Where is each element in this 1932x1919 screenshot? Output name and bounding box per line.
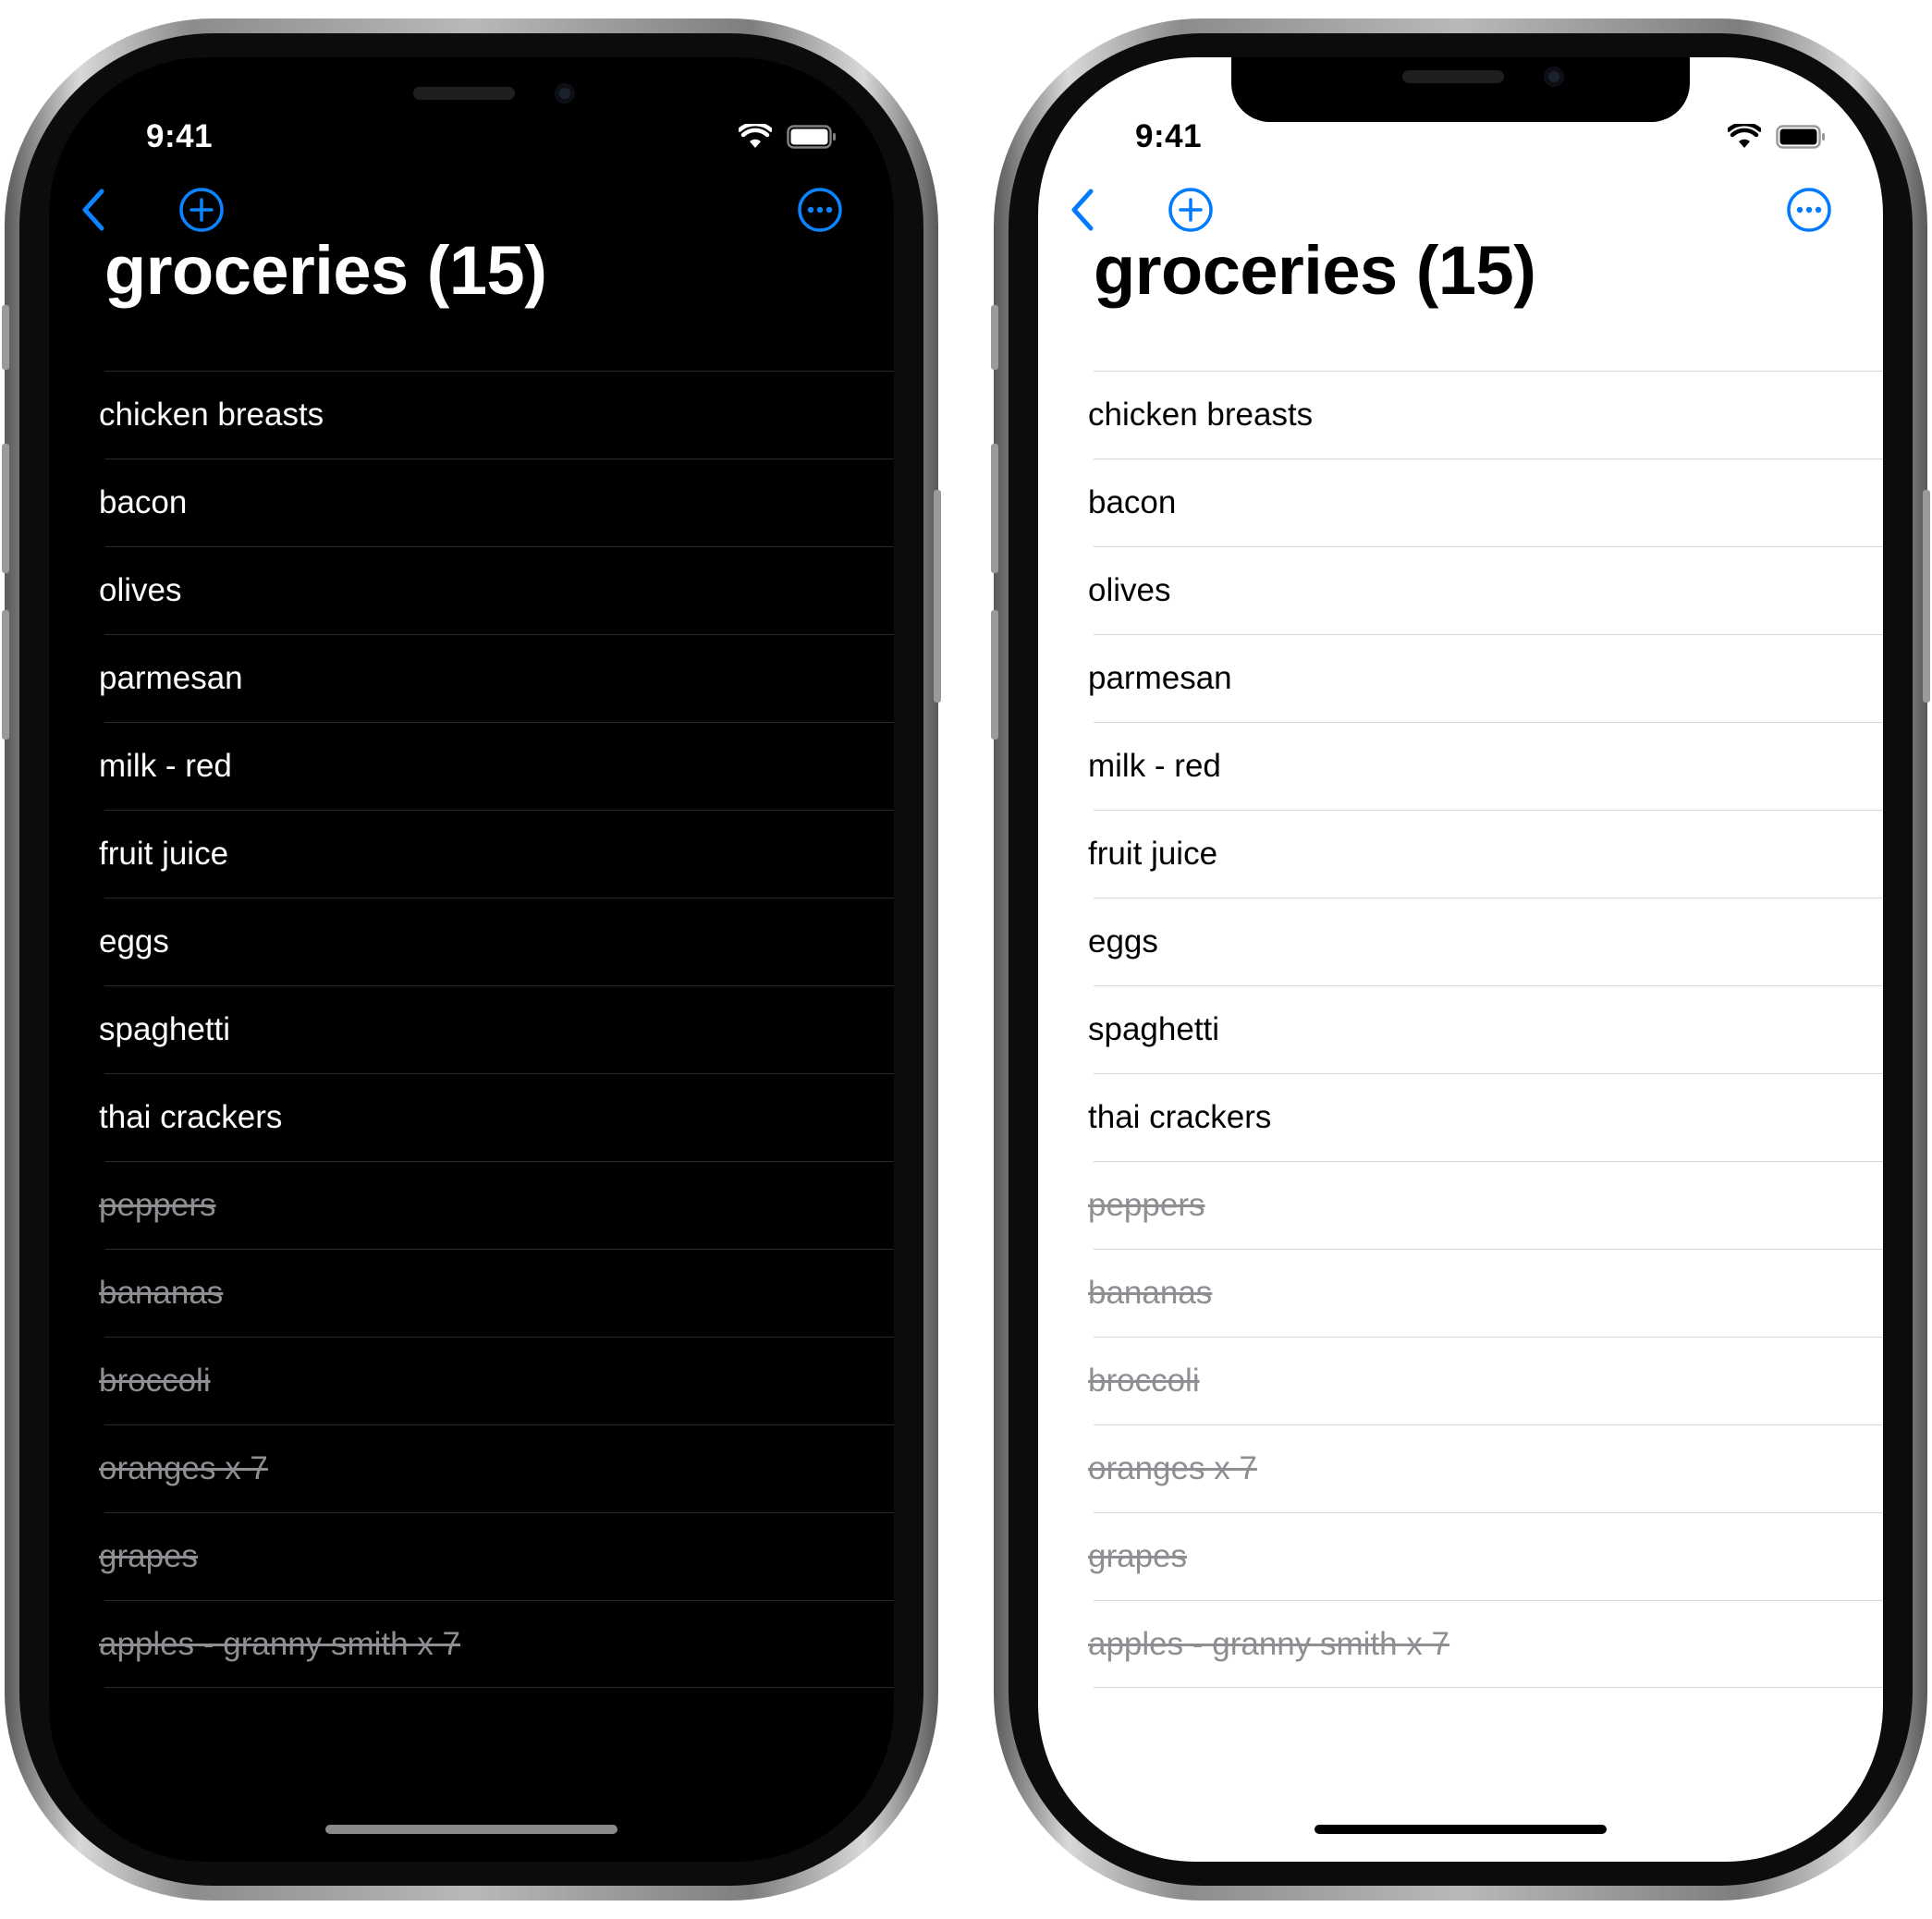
list-item-completed[interactable]: peppers bbox=[1038, 1161, 1883, 1249]
phone-light-mode: 9:41 groceries (15) chicken breasts baco… bbox=[991, 18, 1930, 1901]
mute-switch bbox=[2, 305, 9, 370]
chevron-left-icon[interactable] bbox=[1069, 187, 1096, 233]
plus-circle-icon[interactable] bbox=[178, 187, 225, 233]
front-camera bbox=[1544, 67, 1564, 87]
status-icons bbox=[1728, 124, 1826, 150]
list-item-completed[interactable]: grapes bbox=[49, 1512, 894, 1600]
phone-dark-mode: 9:41 groceries (15) chicken breasts baco… bbox=[2, 18, 941, 1901]
list-item[interactable]: milk - red bbox=[1038, 722, 1883, 810]
list-item[interactable]: bacon bbox=[49, 458, 894, 546]
ellipsis-circle-icon[interactable] bbox=[797, 187, 843, 233]
wifi-icon bbox=[1728, 124, 1761, 148]
home-indicator[interactable] bbox=[1314, 1825, 1607, 1834]
mute-switch bbox=[991, 305, 998, 370]
list-title: groceries (15) bbox=[104, 232, 547, 309]
list-item[interactable]: parmesan bbox=[49, 634, 894, 722]
sensor-housing bbox=[242, 74, 701, 104]
list-item-completed[interactable]: grapes bbox=[1038, 1512, 1883, 1600]
volume-down-button bbox=[2, 610, 9, 739]
list-item[interactable]: chicken breasts bbox=[1038, 371, 1883, 458]
list-item[interactable]: parmesan bbox=[1038, 634, 1883, 722]
screen-light: 9:41 groceries (15) chicken breasts baco… bbox=[1038, 57, 1883, 1862]
speaker-grille bbox=[413, 87, 515, 100]
battery-icon bbox=[1776, 125, 1825, 149]
list-item-completed[interactable]: apples - granny smith x 7 bbox=[49, 1600, 894, 1688]
list-item[interactable]: spaghetti bbox=[49, 985, 894, 1073]
list-item[interactable]: eggs bbox=[1038, 898, 1883, 985]
volume-up-button bbox=[2, 444, 9, 573]
battery-icon bbox=[787, 125, 836, 149]
status-time: 9:41 bbox=[1135, 118, 1203, 154]
power-button bbox=[934, 490, 941, 703]
wifi-icon bbox=[739, 124, 772, 148]
list-item-completed[interactable]: oranges x 7 bbox=[49, 1424, 894, 1512]
list-item[interactable]: milk - red bbox=[49, 722, 894, 810]
chevron-left-icon[interactable] bbox=[79, 187, 107, 233]
ellipsis-circle-icon[interactable] bbox=[1786, 187, 1832, 233]
status-time: 9:41 bbox=[146, 118, 214, 154]
home-indicator[interactable] bbox=[325, 1825, 618, 1834]
list-item[interactable]: spaghetti bbox=[1038, 985, 1883, 1073]
list-item-completed[interactable]: apples - granny smith x 7 bbox=[1038, 1600, 1883, 1688]
list-item[interactable]: fruit juice bbox=[1038, 810, 1883, 898]
notch bbox=[1231, 57, 1690, 122]
list-item[interactable]: fruit juice bbox=[49, 810, 894, 898]
screen-dark: 9:41 groceries (15) chicken breasts baco… bbox=[49, 57, 894, 1862]
list-item[interactable]: thai crackers bbox=[49, 1073, 894, 1161]
list-item[interactable]: olives bbox=[1038, 546, 1883, 634]
list-item-completed[interactable]: broccoli bbox=[1038, 1337, 1883, 1424]
list-item-completed[interactable]: bananas bbox=[49, 1249, 894, 1337]
list-item[interactable]: thai crackers bbox=[1038, 1073, 1883, 1161]
list-item[interactable]: bacon bbox=[1038, 458, 1883, 546]
status-icons bbox=[739, 124, 837, 150]
list-item-completed[interactable]: broccoli bbox=[49, 1337, 894, 1424]
front-camera bbox=[555, 83, 575, 104]
grocery-list: chicken breasts bacon olives parmesan mi… bbox=[1038, 371, 1883, 1688]
list-item-completed[interactable]: peppers bbox=[49, 1161, 894, 1249]
list-item[interactable]: olives bbox=[49, 546, 894, 634]
list-item[interactable]: eggs bbox=[49, 898, 894, 985]
list-item-completed[interactable]: bananas bbox=[1038, 1249, 1883, 1337]
list-item[interactable]: chicken breasts bbox=[49, 371, 894, 458]
speaker-grille bbox=[1402, 70, 1504, 83]
plus-circle-icon[interactable] bbox=[1168, 187, 1214, 233]
list-title: groceries (15) bbox=[1094, 232, 1536, 309]
volume-up-button bbox=[991, 444, 998, 573]
list-item-completed[interactable]: oranges x 7 bbox=[1038, 1424, 1883, 1512]
grocery-list: chicken breasts bacon olives parmesan mi… bbox=[49, 371, 894, 1688]
power-button bbox=[1923, 490, 1930, 703]
volume-down-button bbox=[991, 610, 998, 739]
